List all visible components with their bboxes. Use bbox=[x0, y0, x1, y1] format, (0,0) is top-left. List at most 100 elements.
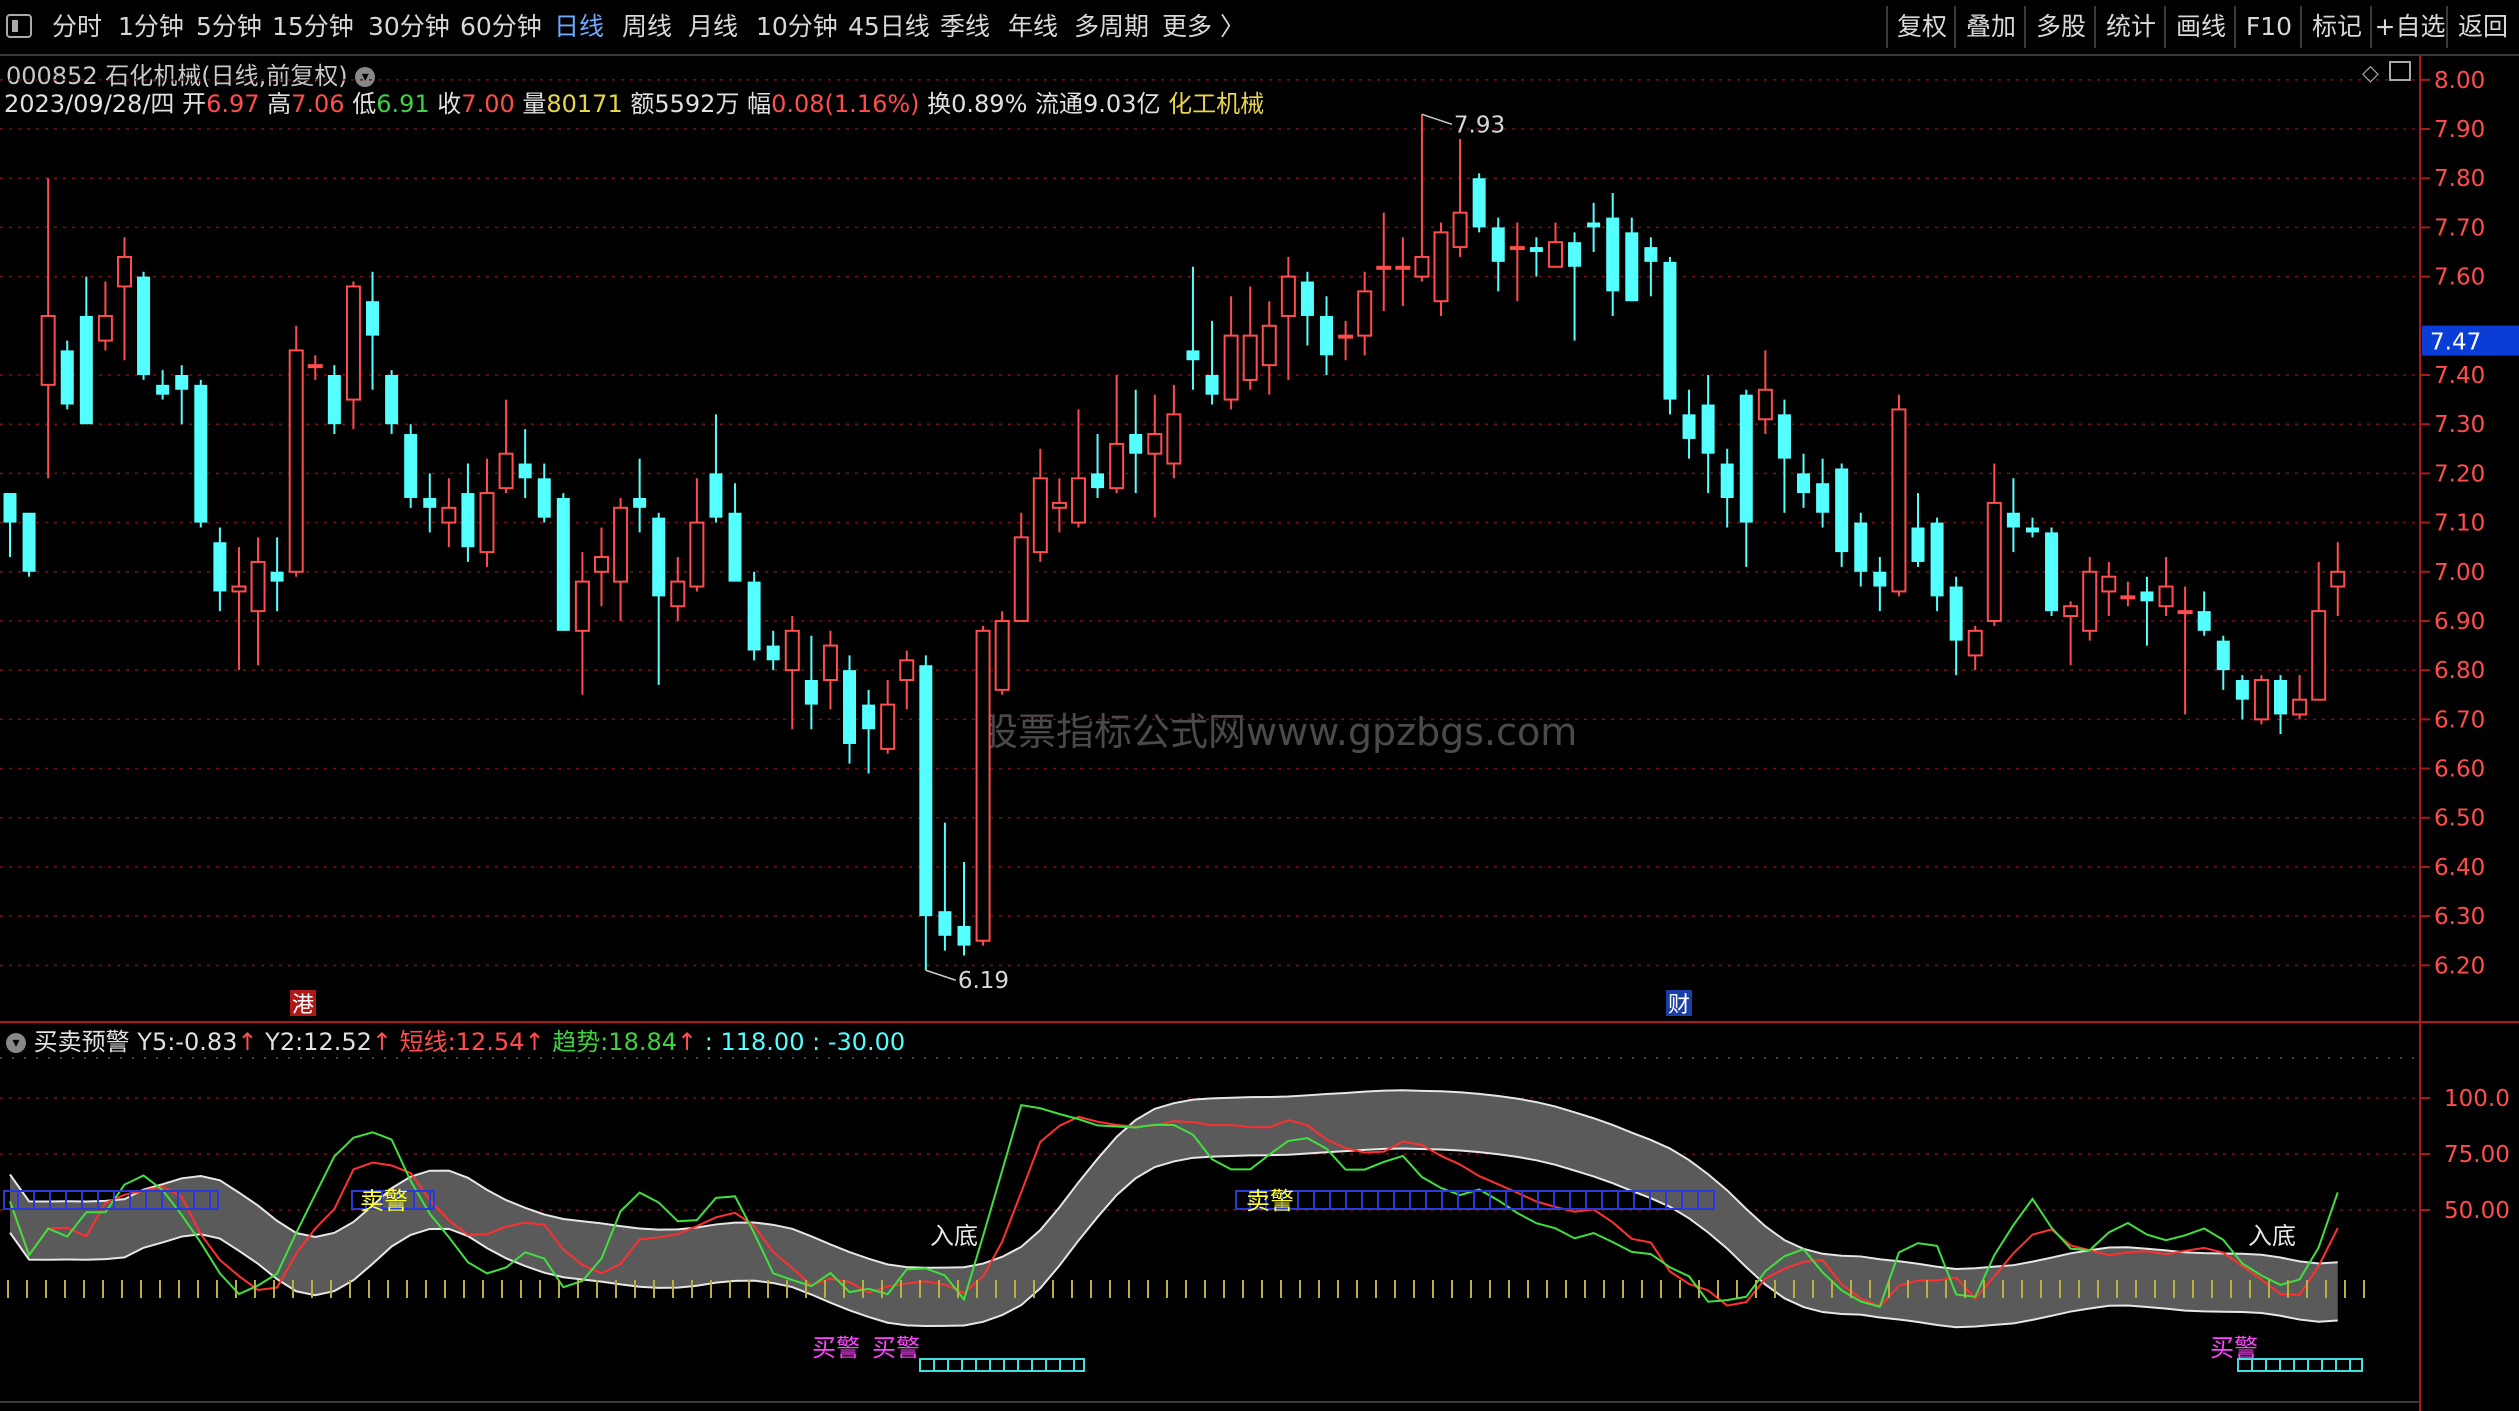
candle-body[interactable] bbox=[1663, 261, 1677, 400]
candle-body[interactable] bbox=[1242, 334, 1258, 381]
candle-body[interactable] bbox=[213, 542, 227, 592]
candle-body[interactable] bbox=[60, 350, 74, 405]
candle-body[interactable] bbox=[423, 497, 437, 508]
candle-body[interactable] bbox=[1452, 211, 1468, 249]
candle-body[interactable] bbox=[593, 556, 609, 573]
candle-body[interactable] bbox=[137, 276, 151, 375]
candle-body[interactable] bbox=[537, 478, 551, 518]
candle-body[interactable] bbox=[498, 452, 514, 490]
candle-body[interactable] bbox=[2177, 610, 2193, 615]
candle-body[interactable] bbox=[1433, 231, 1449, 303]
candle-body[interactable] bbox=[1547, 241, 1563, 268]
candle-body[interactable] bbox=[2292, 698, 2308, 716]
candle-body[interactable] bbox=[79, 315, 93, 425]
candle-body[interactable] bbox=[1930, 522, 1944, 597]
candle-body[interactable] bbox=[1414, 255, 1430, 278]
candle-body[interactable] bbox=[1186, 350, 1200, 361]
candle-body[interactable] bbox=[40, 314, 56, 386]
candle-body[interactable] bbox=[1986, 501, 2002, 622]
candle-body[interactable] bbox=[1967, 629, 1983, 657]
candle-body[interactable] bbox=[1777, 414, 1791, 459]
candle-body[interactable] bbox=[479, 492, 495, 554]
candle-body[interactable] bbox=[1205, 375, 1219, 395]
candle-body[interactable] bbox=[307, 364, 323, 369]
candle-body[interactable] bbox=[461, 493, 475, 548]
candle-body[interactable] bbox=[385, 375, 399, 425]
candle-body[interactable] bbox=[250, 560, 266, 613]
candle-body[interactable] bbox=[327, 375, 341, 425]
candle-body[interactable] bbox=[194, 384, 208, 523]
candle-body[interactable] bbox=[1223, 334, 1239, 401]
candle-body[interactable] bbox=[1376, 265, 1392, 270]
candle-body[interactable] bbox=[2140, 591, 2154, 602]
candle-body[interactable] bbox=[843, 670, 857, 744]
candle-body[interactable] bbox=[1395, 265, 1411, 270]
candle-body[interactable] bbox=[1701, 404, 1715, 454]
candle-body[interactable] bbox=[1166, 413, 1182, 465]
candle-body[interactable] bbox=[1854, 522, 1868, 572]
candle-body[interactable] bbox=[2330, 570, 2346, 588]
candle-body[interactable] bbox=[2082, 570, 2098, 632]
candle-body[interactable] bbox=[957, 925, 971, 946]
candle-body[interactable] bbox=[1280, 275, 1296, 317]
candle-body[interactable] bbox=[1720, 463, 1734, 498]
candle-body[interactable] bbox=[1606, 217, 1620, 292]
candle-body[interactable] bbox=[1891, 408, 1907, 593]
candle-body[interactable] bbox=[1091, 473, 1105, 489]
candle-body[interactable] bbox=[1911, 527, 1925, 562]
candle-body[interactable] bbox=[2311, 610, 2327, 701]
candle-body[interactable] bbox=[1509, 246, 1525, 251]
candle-body[interactable] bbox=[670, 580, 686, 608]
candle-body[interactable] bbox=[2253, 679, 2269, 721]
candle-body[interactable] bbox=[975, 629, 991, 942]
candle-body[interactable] bbox=[1032, 477, 1048, 554]
candle-body[interactable] bbox=[938, 911, 952, 936]
candle-body[interactable] bbox=[156, 384, 170, 395]
candle-body[interactable] bbox=[1070, 477, 1086, 524]
candle-body[interactable] bbox=[728, 512, 742, 582]
candle-body[interactable] bbox=[689, 521, 705, 588]
candle-body[interactable] bbox=[2063, 605, 2079, 618]
candle-body[interactable] bbox=[1739, 394, 1753, 523]
candle-body[interactable] bbox=[366, 301, 380, 336]
candle-body[interactable] bbox=[175, 375, 189, 390]
candle-body[interactable] bbox=[3, 493, 17, 523]
candle-body[interactable] bbox=[1757, 388, 1773, 421]
candle-body[interactable] bbox=[899, 659, 915, 681]
candle-body[interactable] bbox=[1797, 473, 1811, 494]
candle-body[interactable] bbox=[1873, 571, 1887, 587]
candle-body[interactable] bbox=[1013, 536, 1029, 622]
candle-body[interactable] bbox=[1625, 232, 1639, 302]
candle-body[interactable] bbox=[2120, 595, 2136, 600]
candle-body[interactable] bbox=[1529, 247, 1543, 253]
candle-body[interactable] bbox=[574, 580, 590, 632]
candle-body[interactable] bbox=[766, 645, 780, 661]
candle-body[interactable] bbox=[231, 585, 247, 593]
candle-body[interactable] bbox=[2216, 640, 2230, 671]
candle-body[interactable] bbox=[22, 512, 36, 572]
candle-body[interactable] bbox=[2045, 532, 2059, 612]
candle-body[interactable] bbox=[97, 314, 113, 342]
candle-body[interactable] bbox=[1835, 468, 1849, 553]
candle-body[interactable] bbox=[2197, 611, 2211, 631]
candle-body[interactable] bbox=[709, 473, 723, 518]
candle-body[interactable] bbox=[1147, 433, 1163, 455]
candle-body[interactable] bbox=[1949, 586, 1963, 641]
candle-body[interactable] bbox=[633, 497, 647, 508]
candle-body[interactable] bbox=[441, 506, 457, 524]
candle-body[interactable] bbox=[652, 517, 666, 597]
window-icon[interactable] bbox=[2389, 61, 2411, 81]
candle-body[interactable] bbox=[116, 255, 132, 288]
candle-body[interactable] bbox=[1261, 324, 1277, 367]
candle-body[interactable] bbox=[2235, 680, 2249, 700]
candle-body[interactable] bbox=[556, 497, 570, 631]
candle-body[interactable] bbox=[1491, 227, 1505, 262]
kline-chart[interactable]: 8.00 7.90 7.80 7.70 7.60 7.40 7.30 7.20 7.10 7.00… bbox=[0, 0, 2519, 1411]
candle-body[interactable] bbox=[270, 571, 284, 582]
candle-body[interactable] bbox=[518, 463, 532, 479]
candle-body[interactable] bbox=[1568, 242, 1582, 267]
candle-body[interactable] bbox=[804, 680, 818, 705]
candle-body[interactable] bbox=[404, 434, 418, 498]
candle-body[interactable] bbox=[345, 285, 361, 401]
candle-body[interactable] bbox=[1300, 281, 1314, 316]
